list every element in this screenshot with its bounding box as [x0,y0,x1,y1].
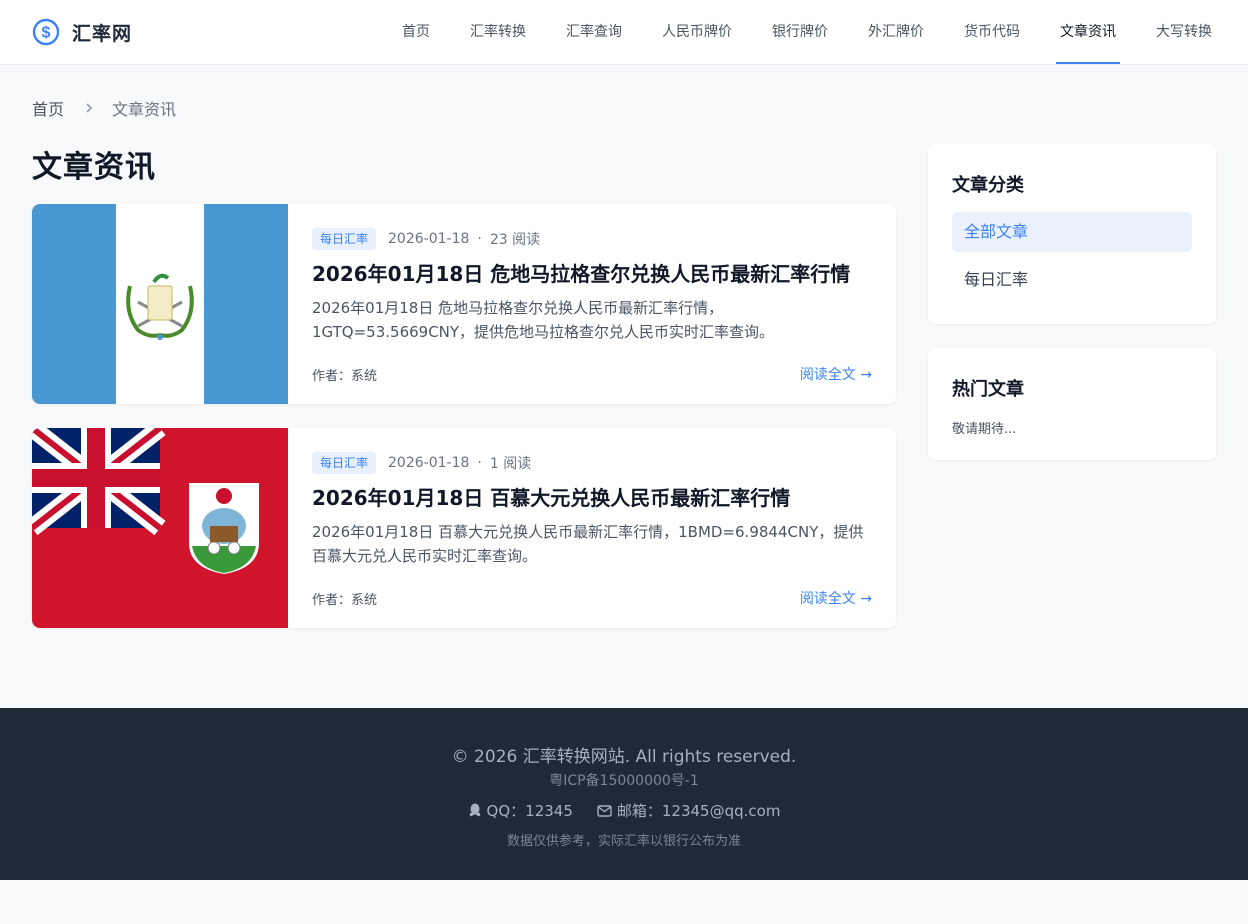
nav-item-home[interactable]: 首页 [402,0,430,64]
article-author: 作者：系统 [312,368,378,384]
article-body: 每日汇率 2026-01-18 · 1 阅读 2026年01月18日 百慕大元兑… [312,452,872,608]
nav-item-rate-convert[interactable]: 汇率转换 [470,0,526,64]
main-nav: 首页 汇率转换 汇率查询 人民币牌价 银行牌价 外汇牌价 货币代码 文章资讯 大… [362,0,1212,64]
page-title: 文章资讯 [32,150,156,185]
footer-disclaimer: 数据仅供参考，实际汇率以银行公布为准 [506,834,741,849]
category-tag[interactable]: 每日汇率 [312,228,377,250]
dollar-circle-icon: $ [32,18,60,46]
breadcrumb: 首页 文章资讯 [32,97,176,119]
chevron-right-icon [86,103,93,113]
article-date: 2026-01-18 [388,455,470,471]
nav-item-rate-query[interactable]: 汇率查询 [566,0,622,64]
category-panel: 文章分类 全部文章 每日汇率 [928,144,1216,324]
mail-icon [597,804,612,817]
footer-email: 邮箱：12345@qq.com [597,800,781,821]
read-more-link[interactable]: 阅读全文 → [800,364,872,384]
hot-articles-empty: 敬请期待... [952,422,1017,437]
read-count: 23 阅读 [489,232,541,248]
svg-text:$: $ [42,25,51,42]
nav-item-articles[interactable]: 文章资讯 [1056,0,1120,64]
bermuda-flag-image[interactable] [32,428,288,628]
nav-item-rmb-quotes[interactable]: 人民币牌价 [662,0,732,64]
qq-icon [469,803,480,817]
site-logo[interactable]: $ 汇率网 [32,17,132,47]
footer-qq: QQ：12345 [468,800,573,821]
read-more-link[interactable]: 阅读全文 → [800,588,872,608]
footer-contact: QQ：12345 邮箱：12345@qq.com [0,800,1248,821]
nav-item-forex-quotes[interactable]: 外汇牌价 [868,0,924,64]
breadcrumb-home[interactable]: 首页 [32,96,64,120]
footer-icp[interactable]: 粤ICP备15000000号-1 [0,770,1248,790]
site-name: 汇率网 [72,22,133,45]
article-footer: 作者：系统 阅读全文 → [312,364,872,384]
nav-item-currency-codes[interactable]: 货币代码 [964,0,1020,64]
hot-articles-panel: 热门文章 敬请期待... [928,348,1216,460]
category-item-daily-rate[interactable]: 每日汇率 [952,260,1192,300]
article-meta: 每日汇率 2026-01-18 · 1 阅读 [312,452,872,474]
footer-email-text: 邮箱：12345@qq.com [616,802,781,820]
article-card[interactable]: 每日汇率 2026-01-18 · 1 阅读 2026年01月18日 百慕大元兑… [32,428,896,628]
footer-qq-text: QQ：12345 [486,802,573,820]
meta-separator: · [477,455,482,471]
article-date: 2026-01-18 [388,231,470,247]
nav-item-bank-quotes[interactable]: 银行牌价 [772,0,828,64]
meta-separator: · [477,231,482,247]
site-footer: © 2026 汇率转换网站. All rights reserved. 粤ICP… [0,708,1248,880]
footer-copyright: © 2026 汇率转换网站. All rights reserved. [451,747,797,767]
article-author: 作者：系统 [312,592,378,608]
guatemala-flag-image[interactable] [32,204,288,404]
hot-articles-title: 热门文章 [952,379,1024,400]
category-tag[interactable]: 每日汇率 [312,452,377,474]
read-count: 1 阅读 [489,456,532,472]
article-summary: 2026年01月18日 百慕大元兑换人民币最新汇率行情，1BMD=6.9844C… [312,523,864,565]
article-card[interactable]: 每日汇率 2026-01-18 · 23 阅读 2026年01月18日 危地马拉… [32,204,896,404]
article-meta: 每日汇率 2026-01-18 · 23 阅读 [312,228,872,250]
category-panel-title: 文章分类 [952,175,1024,196]
breadcrumb-current: 文章资讯 [112,100,177,119]
nav-item-uppercase-convert[interactable]: 大写转换 [1156,0,1212,64]
article-title[interactable]: 2026年01月18日 百慕大元兑换人民币最新汇率行情 [312,484,872,512]
top-header: $ 汇率网 首页 汇率转换 汇率查询 人民币牌价 银行牌价 外汇牌价 货币代码 … [0,0,1248,65]
article-footer: 作者：系统 阅读全文 → [312,588,872,608]
article-body: 每日汇率 2026-01-18 · 23 阅读 2026年01月18日 危地马拉… [312,228,872,384]
article-summary: 2026年01月18日 危地马拉格查尔兑换人民币最新汇率行情，1GTQ=53.5… [312,299,775,341]
article-title[interactable]: 2026年01月18日 危地马拉格查尔兑换人民币最新汇率行情 [312,260,872,288]
category-item-all[interactable]: 全部文章 [952,212,1192,252]
